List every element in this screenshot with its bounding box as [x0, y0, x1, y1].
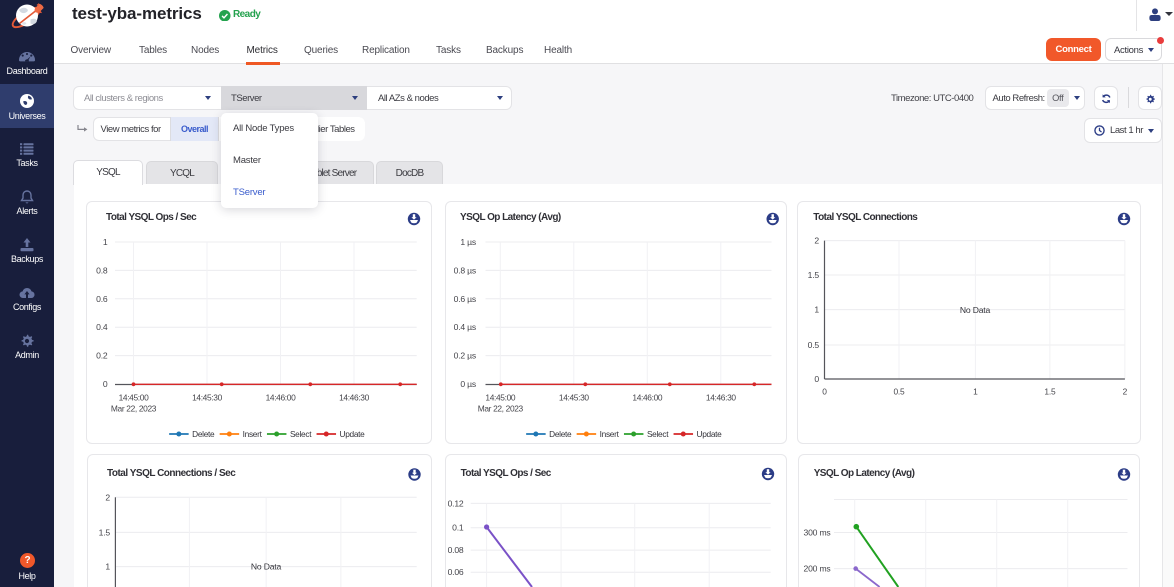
svg-text:14:46:30: 14:46:30 — [339, 393, 369, 403]
svg-text:14:45:30: 14:45:30 — [558, 393, 588, 403]
svg-text:Insert: Insert — [243, 429, 263, 439]
svg-text:0.12: 0.12 — [448, 498, 464, 508]
svg-text:0.8 µs: 0.8 µs — [453, 265, 475, 275]
svg-text:0.08: 0.08 — [448, 545, 464, 555]
svg-text:14:45:00: 14:45:00 — [485, 393, 515, 403]
svg-text:0.8: 0.8 — [96, 265, 108, 275]
svg-text:1.5: 1.5 — [808, 270, 820, 280]
svg-text:Delete: Delete — [549, 429, 572, 439]
svg-text:0.2: 0.2 — [96, 351, 108, 361]
svg-text:0.06: 0.06 — [448, 567, 464, 577]
svg-text:1: 1 — [814, 305, 819, 315]
svg-text:Total YSQL Ops / Sec: Total YSQL Ops / Sec — [461, 468, 552, 479]
svg-text:1: 1 — [103, 237, 108, 247]
svg-text:1 µs: 1 µs — [460, 237, 476, 247]
svg-text:2: 2 — [1123, 387, 1128, 397]
svg-text:0.6 µs: 0.6 µs — [453, 294, 475, 304]
svg-text:1.5: 1.5 — [1044, 387, 1056, 397]
svg-text:0.6: 0.6 — [96, 294, 108, 304]
svg-text:14:45:30: 14:45:30 — [192, 393, 222, 403]
svg-text:Update: Update — [696, 429, 722, 439]
svg-text:Insert: Insert — [599, 429, 619, 439]
svg-text:YSQL Op Latency (Avg): YSQL Op Latency (Avg) — [460, 212, 561, 223]
svg-text:Update: Update — [340, 429, 366, 439]
svg-text:0.5: 0.5 — [893, 387, 905, 397]
svg-text:1: 1 — [105, 562, 110, 572]
svg-text:0.1: 0.1 — [452, 523, 464, 533]
svg-text:Mar 22, 2023: Mar 22, 2023 — [111, 404, 157, 414]
svg-text:YSQL Op Latency (Avg): YSQL Op Latency (Avg) — [814, 468, 915, 479]
svg-text:Delete: Delete — [192, 429, 215, 439]
svg-text:0: 0 — [814, 374, 819, 384]
svg-text:14:46:30: 14:46:30 — [705, 393, 735, 403]
svg-text:Total YSQL Ops / Sec: Total YSQL Ops / Sec — [106, 212, 197, 223]
svg-text:1.5: 1.5 — [99, 527, 111, 537]
svg-text:300 ms: 300 ms — [804, 528, 831, 538]
svg-text:No Data: No Data — [960, 305, 991, 315]
svg-text:Select: Select — [646, 429, 668, 439]
svg-text:1: 1 — [973, 387, 978, 397]
svg-text:14:45:00: 14:45:00 — [119, 393, 149, 403]
svg-text:0: 0 — [103, 379, 108, 389]
svg-text:Select: Select — [290, 429, 312, 439]
svg-text:0 µs: 0 µs — [460, 379, 476, 389]
svg-text:0.5: 0.5 — [808, 340, 820, 350]
svg-text:Total YSQL Connections / Sec: Total YSQL Connections / Sec — [107, 468, 236, 479]
svg-text:0.4 µs: 0.4 µs — [453, 322, 475, 332]
svg-text:Mar 22, 2023: Mar 22, 2023 — [477, 404, 523, 414]
svg-text:0: 0 — [822, 387, 827, 397]
svg-text:2: 2 — [814, 236, 819, 246]
svg-text:200 ms: 200 ms — [804, 564, 831, 574]
svg-text:2: 2 — [105, 492, 110, 502]
svg-text:14:46:00: 14:46:00 — [266, 393, 296, 403]
svg-text:No Data: No Data — [251, 562, 282, 572]
svg-text:Total YSQL Connections: Total YSQL Connections — [813, 212, 918, 223]
svg-text:14:46:00: 14:46:00 — [632, 393, 662, 403]
svg-text:0.2 µs: 0.2 µs — [453, 351, 475, 361]
svg-text:0.4: 0.4 — [96, 322, 108, 332]
